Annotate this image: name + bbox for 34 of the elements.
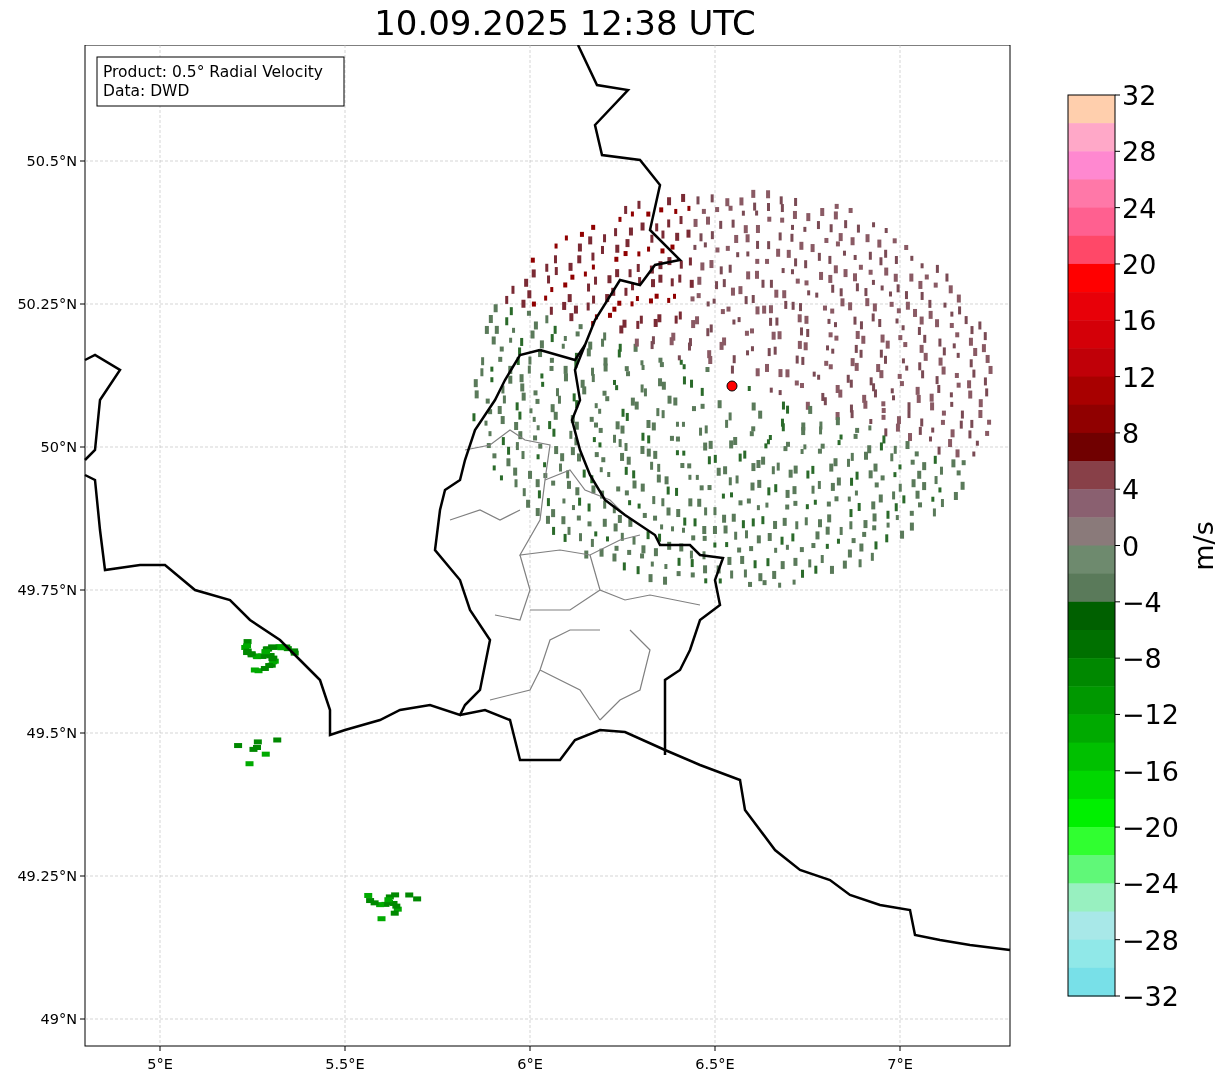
colorbar-tick-label: 8 xyxy=(1122,417,1140,449)
latitude-label: 49.5°N xyxy=(26,725,77,741)
latitude-label: 50°N xyxy=(40,439,77,455)
latitude-label: 50.5°N xyxy=(26,153,77,169)
longitude-label: 7°E xyxy=(887,1056,913,1072)
longitude-label: 5.5°E xyxy=(325,1056,365,1072)
longitude-label: 6.5°E xyxy=(695,1056,735,1072)
colorbar-tick-label: −20 xyxy=(1122,812,1179,844)
colorbar-tick-label: −28 xyxy=(1122,924,1179,956)
latitude-label: 49.25°N xyxy=(17,868,77,884)
info-text: Product: 0.5° Radial Velocity xyxy=(103,63,323,81)
latitude-label: 49°N xyxy=(40,1011,77,1027)
longitude-label: 5°E xyxy=(147,1056,173,1072)
colorbar-tick-label: −16 xyxy=(1122,755,1179,787)
colorbar-tick-label: 0 xyxy=(1122,530,1140,562)
colorbar-tick-label: 4 xyxy=(1122,474,1140,506)
colorbar-tick-label: 28 xyxy=(1122,136,1157,168)
colorbar-tick-label: −12 xyxy=(1122,699,1179,731)
colorbar-unit-label: m/s xyxy=(1188,521,1219,571)
colorbar-tick-label: 20 xyxy=(1122,248,1157,280)
colorbar-tick-label: −4 xyxy=(1122,586,1162,618)
colorbar-tick-label: −24 xyxy=(1122,868,1179,900)
longitude-label: 6°E xyxy=(517,1056,543,1072)
colorbar-tick-label: −8 xyxy=(1122,643,1162,675)
colorbar-tick-label: 32 xyxy=(1122,80,1157,111)
latitude-label: 49.75°N xyxy=(17,582,77,598)
latitude-label: 50.25°N xyxy=(17,296,77,312)
colorbar-tick-label: −32 xyxy=(1122,981,1179,1012)
chart-title: 10.09.2025 12:38 UTC xyxy=(374,5,756,40)
colorbar-tick-label: 24 xyxy=(1122,192,1157,224)
radar-site-marker xyxy=(726,380,738,392)
colorbar-tick-label: 16 xyxy=(1122,305,1157,337)
info-text: Data: DWD xyxy=(103,82,190,100)
colorbar-tick-label: 12 xyxy=(1122,361,1157,393)
